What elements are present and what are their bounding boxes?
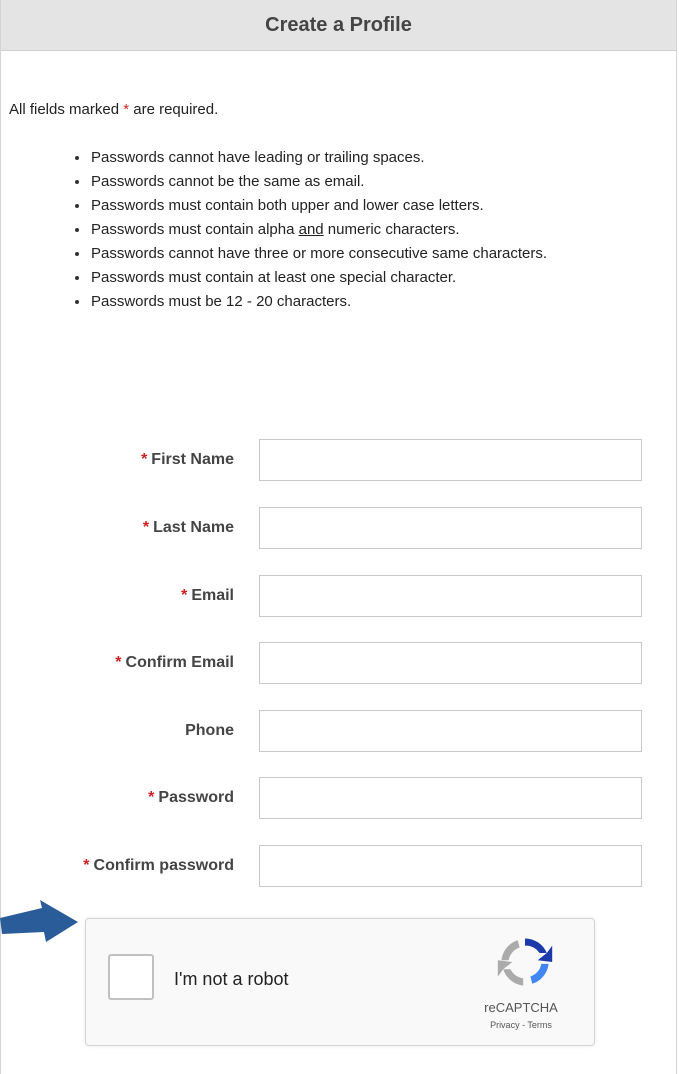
confirm-email-label: * Confirm Email xyxy=(115,654,234,671)
password-rule: Passwords must be 12 - 20 characters. xyxy=(75,290,615,313)
first-name-label: * First Name xyxy=(141,451,234,468)
password-row: * Password xyxy=(1,777,661,819)
emphasis-and: and xyxy=(298,221,324,238)
required-note-prefix: All fields marked xyxy=(9,101,124,118)
required-star: * xyxy=(148,789,155,806)
recaptcha-logo-icon xyxy=(497,938,553,986)
confirm-password-label: * Confirm password xyxy=(83,857,234,874)
password-input[interactable] xyxy=(259,777,642,819)
page-title-text: Create a Profile xyxy=(265,13,412,36)
confirm-password-row: * Confirm password xyxy=(1,845,661,887)
profile-panel: Create a Profile All fields marked * are… xyxy=(0,0,677,1074)
phone-row: Phone xyxy=(1,710,661,752)
phone-input[interactable] xyxy=(259,710,642,752)
last-name-row: * Last Name xyxy=(1,507,661,549)
page-title: Create a Profile xyxy=(1,0,676,51)
password-rule: Passwords must contain at least one spec… xyxy=(75,266,615,289)
required-note-suffix: are required. xyxy=(129,101,219,118)
first-name-input[interactable] xyxy=(259,439,642,481)
email-label: * Email xyxy=(181,587,234,604)
recaptcha-checkbox[interactable] xyxy=(108,954,154,1000)
confirm-email-input[interactable] xyxy=(259,642,642,684)
password-rules-list: Passwords cannot have leading or trailin… xyxy=(75,146,615,314)
required-star: * xyxy=(141,451,148,468)
password-rule: Passwords cannot have leading or trailin… xyxy=(75,146,615,169)
password-label: * Password xyxy=(148,789,234,806)
email-input[interactable] xyxy=(259,575,642,617)
password-rule: Passwords must contain alpha and numeric… xyxy=(75,218,615,241)
arrow-right-icon xyxy=(0,900,78,942)
required-star: * xyxy=(181,587,188,604)
recaptcha-widget: I'm not a robot reCAPTCHA Privacy - Term… xyxy=(85,918,595,1046)
first-name-row: * First Name xyxy=(1,439,661,481)
confirm-password-input[interactable] xyxy=(259,845,642,887)
required-note: All fields marked * are required. xyxy=(9,101,218,118)
recaptcha-label: I'm not a robot xyxy=(174,969,289,989)
email-row: * Email xyxy=(1,575,661,617)
recaptcha-brand: reCAPTCHA xyxy=(484,1000,558,1015)
phone-label: Phone xyxy=(185,722,234,739)
last-name-input[interactable] xyxy=(259,507,642,549)
confirm-email-row: * Confirm Email xyxy=(1,642,661,684)
password-rule: Passwords cannot be the same as email. xyxy=(75,170,615,193)
required-star: * xyxy=(83,857,90,874)
password-rule: Passwords cannot have three or more cons… xyxy=(75,242,595,265)
last-name-label: * Last Name xyxy=(142,519,234,536)
terms-link[interactable]: Terms xyxy=(527,1020,552,1030)
privacy-link[interactable]: Privacy xyxy=(490,1020,520,1030)
password-rule: Passwords must contain both upper and lo… xyxy=(75,194,615,217)
required-star: * xyxy=(115,654,122,671)
required-star: * xyxy=(142,519,150,536)
recaptcha-links: Privacy - Terms xyxy=(466,1020,576,1030)
